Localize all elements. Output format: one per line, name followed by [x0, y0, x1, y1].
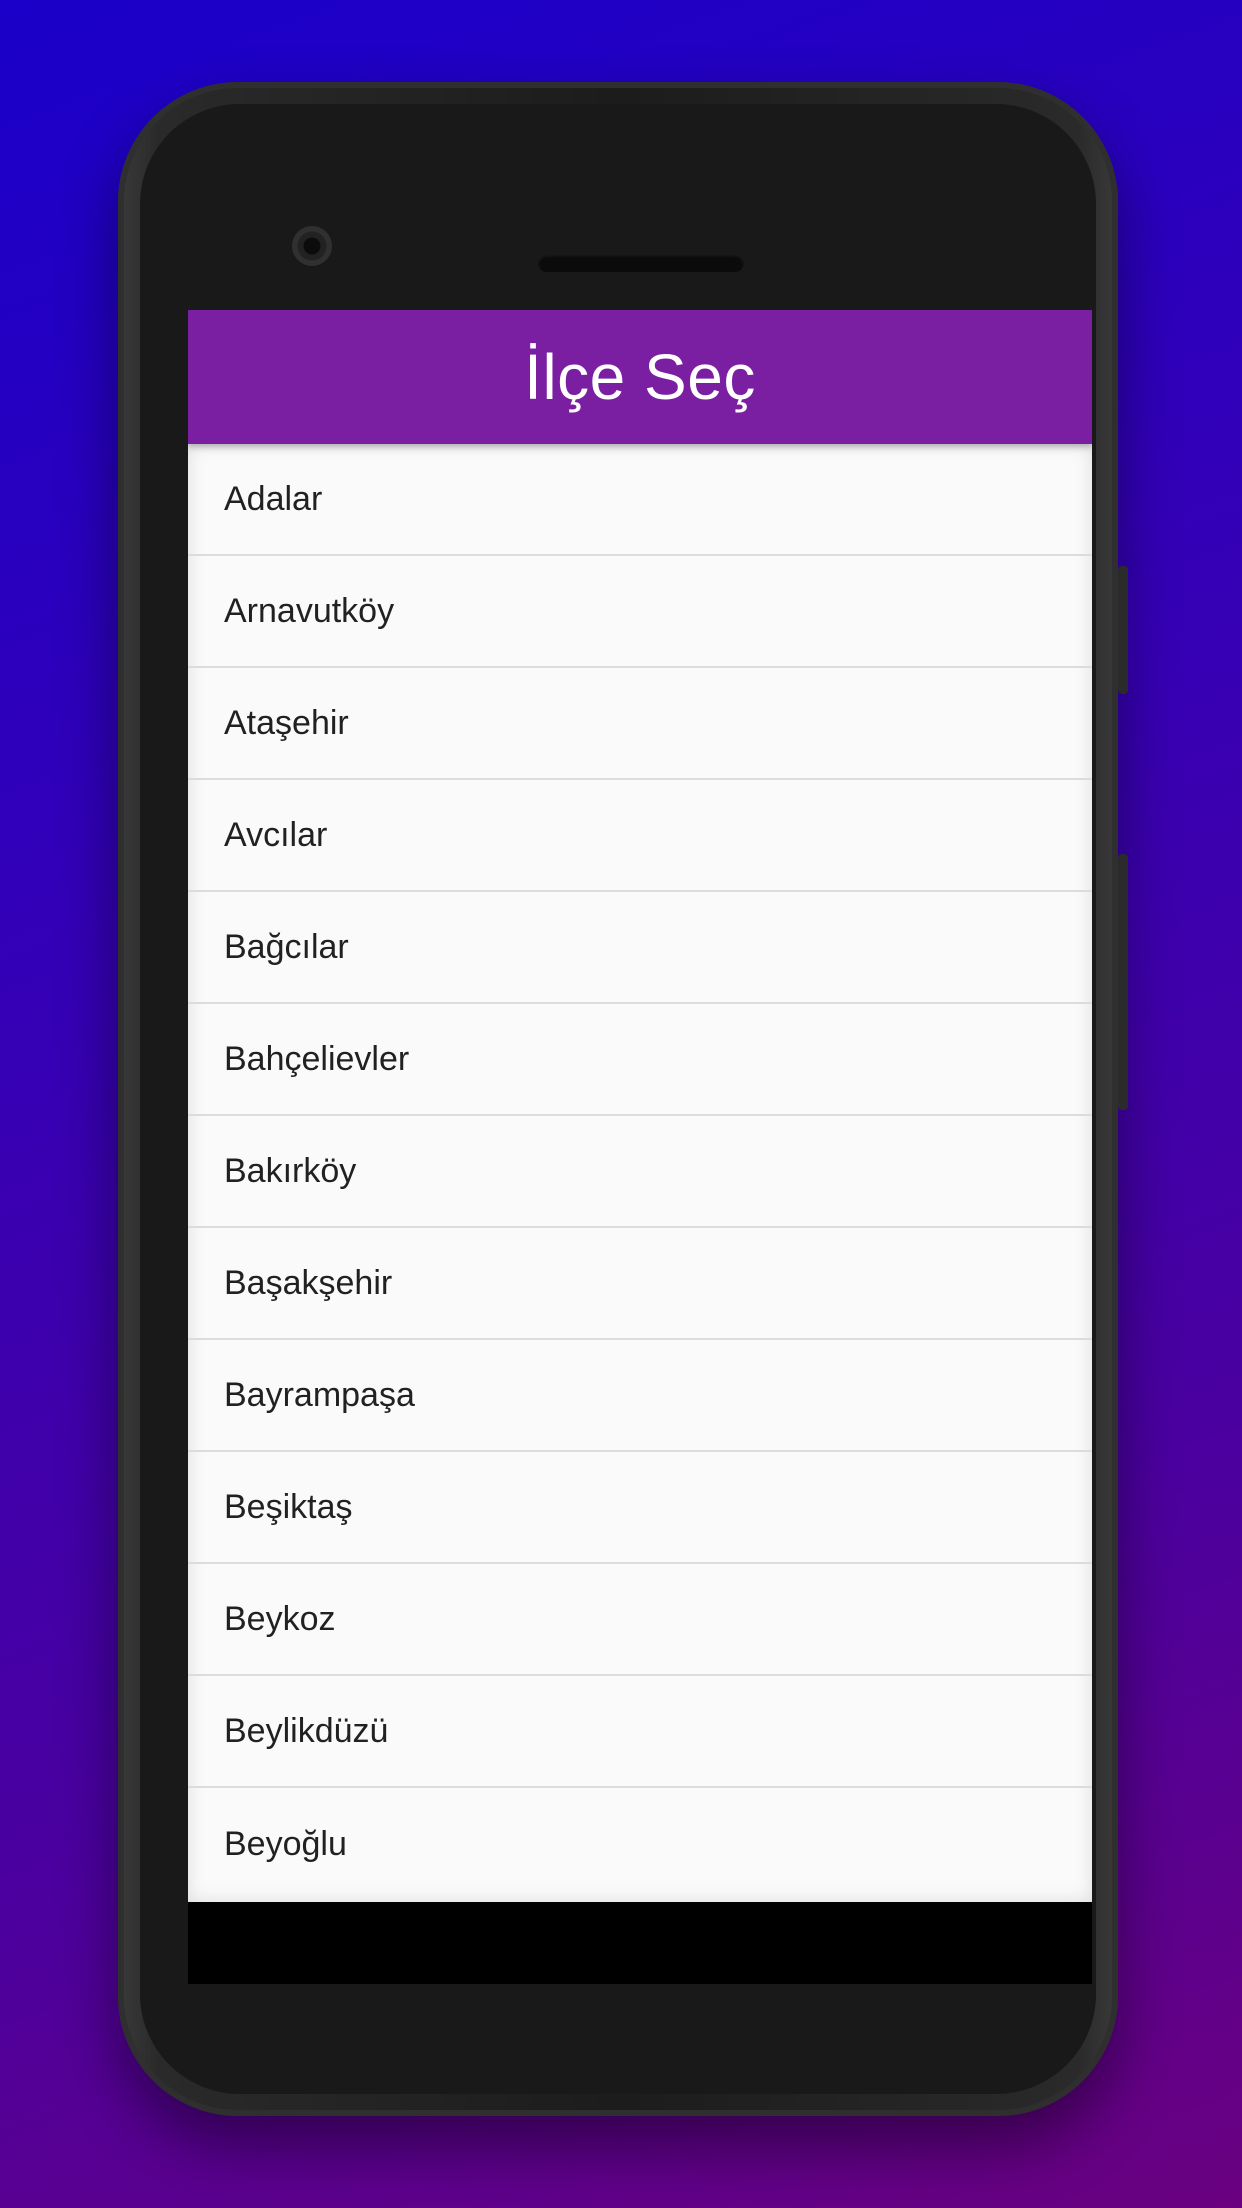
list-item-arnavutkoy[interactable]: Arnavutköy: [188, 556, 1092, 668]
list-item-avcilar[interactable]: Avcılar: [188, 780, 1092, 892]
navigation-bar-area: [188, 1902, 1092, 1984]
app-bar: İlçe Seç: [188, 310, 1092, 444]
list-item-beylikduzu[interactable]: Beylikdüzü: [188, 1676, 1092, 1788]
earpiece-speaker: [538, 254, 744, 272]
volume-button: [1118, 566, 1128, 694]
list-item-bahcelievler[interactable]: Bahçelievler: [188, 1004, 1092, 1116]
list-item-beyoglu[interactable]: Beyoğlu: [188, 1788, 1092, 1900]
district-list[interactable]: Adalar Arnavutköy Ataşehir Avcılar Bağcı…: [188, 444, 1092, 1902]
app-screen: İlçe Seç Adalar Arnavutköy Ataşehir Avcı…: [188, 310, 1092, 1984]
list-item-bayrampasa[interactable]: Bayrampaşa: [188, 1340, 1092, 1452]
page-title: İlçe Seç: [524, 341, 756, 413]
list-item-besiktas[interactable]: Beşiktaş: [188, 1452, 1092, 1564]
phone-frame: İlçe Seç Adalar Arnavutköy Ataşehir Avcı…: [118, 82, 1128, 2116]
list-item-basaksehir[interactable]: Başakşehir: [188, 1228, 1092, 1340]
front-camera: [292, 226, 332, 266]
list-item-adalar[interactable]: Adalar: [188, 444, 1092, 556]
list-item-beykoz[interactable]: Beykoz: [188, 1564, 1092, 1676]
list-item-bakirkoy[interactable]: Bakırköy: [188, 1116, 1092, 1228]
list-item-atasehir[interactable]: Ataşehir: [188, 668, 1092, 780]
power-button: [1118, 854, 1128, 1110]
list-item-bagcilar[interactable]: Bağcılar: [188, 892, 1092, 1004]
phone-bezel: İlçe Seç Adalar Arnavutköy Ataşehir Avcı…: [140, 104, 1096, 2094]
